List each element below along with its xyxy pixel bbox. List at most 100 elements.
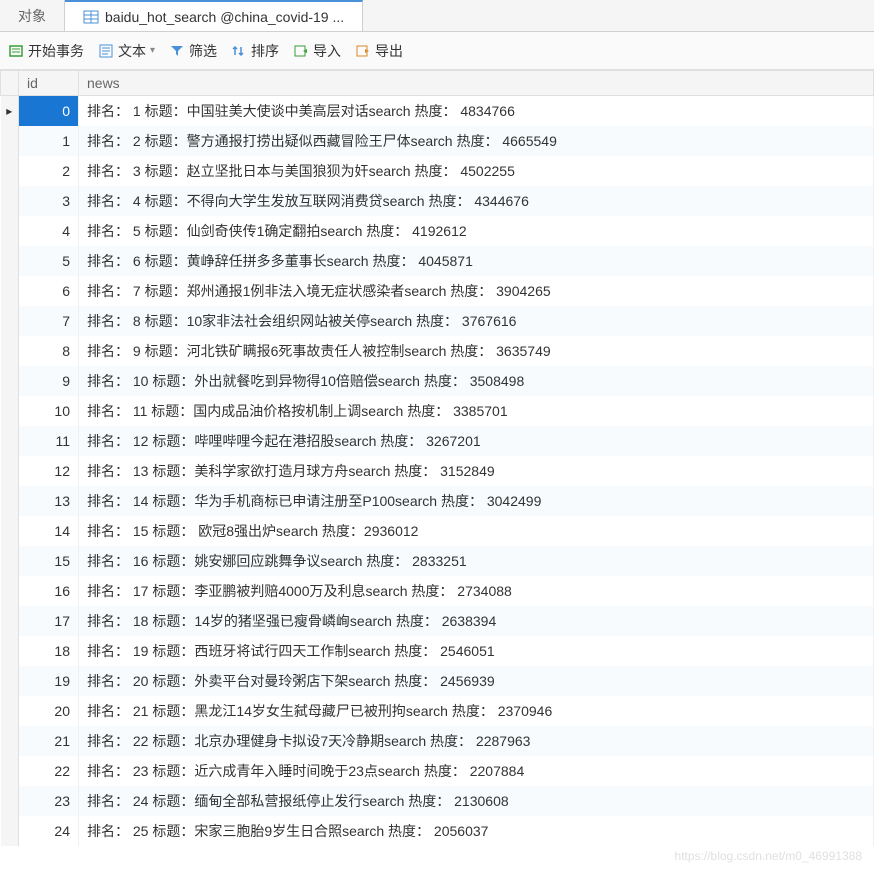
cell-news[interactable]: 排名： 18 标题：14岁的猪坚强已瘦骨嶙峋search 热度： 2638394 xyxy=(79,606,874,636)
text-button[interactable]: 文本 ▾ xyxy=(98,41,155,61)
table-row[interactable]: 10排名： 11 标题：国内成品油价格按机制上调search 热度： 33857… xyxy=(1,396,874,426)
row-indicator xyxy=(1,786,19,816)
table-row[interactable]: 22排名： 23 标题：近六成青年入睡时间晚于23点search 热度： 220… xyxy=(1,756,874,786)
cell-id[interactable]: 20 xyxy=(19,696,79,726)
import-button[interactable]: 导入 xyxy=(293,41,341,61)
cell-id[interactable]: 8 xyxy=(19,336,79,366)
cell-news[interactable]: 排名： 7 标题：郑州通报1例非法入境无症状感染者search 热度： 3904… xyxy=(79,276,874,306)
cell-id[interactable]: 6 xyxy=(19,276,79,306)
filter-icon xyxy=(169,43,185,59)
export-button[interactable]: 导出 xyxy=(355,41,403,61)
table-row[interactable]: 8排名： 9 标题：河北铁矿瞒报6死事故责任人被控制search 热度： 363… xyxy=(1,336,874,366)
cell-news[interactable]: 排名： 25 标题：宋家三胞胎9岁生日合照search 热度： 2056037 xyxy=(79,816,874,846)
cell-news[interactable]: 排名： 2 标题：警方通报打捞出疑似西藏冒险王尸体search 热度： 4665… xyxy=(79,126,874,156)
tab-objects[interactable]: 对象 xyxy=(0,0,65,31)
cell-id[interactable]: 24 xyxy=(19,816,79,846)
cell-news[interactable]: 排名： 19 标题：西班牙将试行四天工作制search 热度： 2546051 xyxy=(79,636,874,666)
row-indicator xyxy=(1,696,19,726)
table-row[interactable]: 7排名： 8 标题：10家非法社会组织网站被关停search 热度： 37676… xyxy=(1,306,874,336)
data-grid: id news ▸0排名： 1 标题：中国驻美大使谈中美高层对话search 热… xyxy=(0,70,874,846)
row-indicator xyxy=(1,456,19,486)
table-row[interactable]: 16排名： 17 标题：李亚鹏被判赔4000万及利息search 热度： 273… xyxy=(1,576,874,606)
cell-news[interactable]: 排名： 24 标题：缅甸全部私营报纸停止发行search 热度： 2130608 xyxy=(79,786,874,816)
table-row[interactable]: 15排名： 16 标题：姚安娜回应跳舞争议search 热度： 2833251 xyxy=(1,546,874,576)
cell-id[interactable]: 16 xyxy=(19,576,79,606)
cell-id[interactable]: 15 xyxy=(19,546,79,576)
table-row[interactable]: 21排名： 22 标题：北京办理健身卡拟设7天冷静期search 热度： 228… xyxy=(1,726,874,756)
table-row[interactable]: 2排名： 3 标题：赵立坚批日本与美国狼狈为奸search 热度： 450225… xyxy=(1,156,874,186)
table-row[interactable]: 13排名： 14 标题：华为手机商标已申请注册至P100search 热度： 3… xyxy=(1,486,874,516)
begin-transaction-button[interactable]: 开始事务 xyxy=(8,41,84,61)
cell-news[interactable]: 排名： 11 标题：国内成品油价格按机制上调search 热度： 3385701 xyxy=(79,396,874,426)
cell-news[interactable]: 排名： 21 标题：黑龙江14岁女生弑母藏尸已被刑拘search 热度： 237… xyxy=(79,696,874,726)
watermark: https://blog.csdn.net/m0_46991388 xyxy=(675,849,862,863)
sort-label: 排序 xyxy=(251,41,279,61)
cell-id[interactable]: 21 xyxy=(19,726,79,756)
transaction-icon xyxy=(8,43,24,59)
cell-news[interactable]: 排名： 14 标题：华为手机商标已申请注册至P100search 热度： 304… xyxy=(79,486,874,516)
table-row[interactable]: 14排名： 15 标题： 欧冠8强出炉search 热度：2936012 xyxy=(1,516,874,546)
cell-id[interactable]: 14 xyxy=(19,516,79,546)
table-row[interactable]: 6排名： 7 标题：郑州通报1例非法入境无症状感染者search 热度： 390… xyxy=(1,276,874,306)
cell-news[interactable]: 排名： 1 标题：中国驻美大使谈中美高层对话search 热度： 4834766 xyxy=(79,96,874,127)
table-row[interactable]: 3排名： 4 标题：不得向大学生发放互联网消费贷search 热度： 43446… xyxy=(1,186,874,216)
cell-id[interactable]: 7 xyxy=(19,306,79,336)
cell-id[interactable]: 4 xyxy=(19,216,79,246)
sort-button[interactable]: 排序 xyxy=(231,41,279,61)
cell-id[interactable]: 18 xyxy=(19,636,79,666)
cell-news[interactable]: 排名： 9 标题：河北铁矿瞒报6死事故责任人被控制search 热度： 3635… xyxy=(79,336,874,366)
cell-id[interactable]: 3 xyxy=(19,186,79,216)
cell-news[interactable]: 排名： 22 标题：北京办理健身卡拟设7天冷静期search 热度： 22879… xyxy=(79,726,874,756)
cell-news[interactable]: 排名： 5 标题：仙剑奇侠传1确定翻拍search 热度： 4192612 xyxy=(79,216,874,246)
table-row[interactable]: 17排名： 18 标题：14岁的猪坚强已瘦骨嶙峋search 热度： 26383… xyxy=(1,606,874,636)
cell-id[interactable]: 11 xyxy=(19,426,79,456)
table-row[interactable]: 5排名： 6 标题：黄峥辞任拼多多董事长search 热度： 4045871 xyxy=(1,246,874,276)
cell-news[interactable]: 排名： 20 标题：外卖平台对曼玲粥店下架search 热度： 2456939 xyxy=(79,666,874,696)
column-header-news[interactable]: news xyxy=(79,71,874,96)
table-row[interactable]: 1排名： 2 标题：警方通报打捞出疑似西藏冒险王尸体search 热度： 466… xyxy=(1,126,874,156)
row-indicator xyxy=(1,516,19,546)
cell-news[interactable]: 排名： 12 标题：哔哩哔哩今起在港招股search 热度： 3267201 xyxy=(79,426,874,456)
cell-id[interactable]: 17 xyxy=(19,606,79,636)
table-row[interactable]: 11排名： 12 标题：哔哩哔哩今起在港招股search 热度： 3267201 xyxy=(1,426,874,456)
cell-id[interactable]: 2 xyxy=(19,156,79,186)
table-row[interactable]: ▸0排名： 1 标题：中国驻美大使谈中美高层对话search 热度： 48347… xyxy=(1,96,874,127)
cell-id[interactable]: 0 xyxy=(19,96,79,127)
cell-id[interactable]: 5 xyxy=(19,246,79,276)
table-row[interactable]: 23排名： 24 标题：缅甸全部私营报纸停止发行search 热度： 21306… xyxy=(1,786,874,816)
cell-id[interactable]: 19 xyxy=(19,666,79,696)
cell-id[interactable]: 22 xyxy=(19,756,79,786)
table-row[interactable]: 18排名： 19 标题：西班牙将试行四天工作制search 热度： 254605… xyxy=(1,636,874,666)
tab-active[interactable]: baidu_hot_search @china_covid-19 ... xyxy=(65,0,363,31)
cell-news[interactable]: 排名： 17 标题：李亚鹏被判赔4000万及利息search 热度： 27340… xyxy=(79,576,874,606)
cell-news[interactable]: 排名： 23 标题：近六成青年入睡时间晚于23点search 热度： 22078… xyxy=(79,756,874,786)
table-row[interactable]: 12排名： 13 标题：美科学家欲打造月球方舟search 热度： 315284… xyxy=(1,456,874,486)
cell-news[interactable]: 排名： 10 标题：外出就餐吃到异物得10倍赔偿search 热度： 35084… xyxy=(79,366,874,396)
cell-id[interactable]: 12 xyxy=(19,456,79,486)
cell-id[interactable]: 10 xyxy=(19,396,79,426)
cell-news[interactable]: 排名： 15 标题： 欧冠8强出炉search 热度：2936012 xyxy=(79,516,874,546)
cell-news[interactable]: 排名： 3 标题：赵立坚批日本与美国狼狈为奸search 热度： 4502255 xyxy=(79,156,874,186)
cell-id[interactable]: 23 xyxy=(19,786,79,816)
table-row[interactable]: 24排名： 25 标题：宋家三胞胎9岁生日合照search 热度： 205603… xyxy=(1,816,874,846)
filter-button[interactable]: 筛选 xyxy=(169,41,217,61)
table-row[interactable]: 9排名： 10 标题：外出就餐吃到异物得10倍赔偿search 热度： 3508… xyxy=(1,366,874,396)
table-row[interactable]: 4排名： 5 标题：仙剑奇侠传1确定翻拍search 热度： 4192612 xyxy=(1,216,874,246)
cell-news[interactable]: 排名： 16 标题：姚安娜回应跳舞争议search 热度： 2833251 xyxy=(79,546,874,576)
table-row[interactable]: 19排名： 20 标题：外卖平台对曼玲粥店下架search 热度： 245693… xyxy=(1,666,874,696)
row-indicator xyxy=(1,546,19,576)
export-label: 导出 xyxy=(375,41,403,61)
cell-news[interactable]: 排名： 6 标题：黄峥辞任拼多多董事长search 热度： 4045871 xyxy=(79,246,874,276)
table-row[interactable]: 20排名： 21 标题：黑龙江14岁女生弑母藏尸已被刑拘search 热度： 2… xyxy=(1,696,874,726)
cell-news[interactable]: 排名： 4 标题：不得向大学生发放互联网消费贷search 热度： 434467… xyxy=(79,186,874,216)
row-indicator xyxy=(1,156,19,186)
cell-news[interactable]: 排名： 13 标题：美科学家欲打造月球方舟search 热度： 3152849 xyxy=(79,456,874,486)
cell-news[interactable]: 排名： 8 标题：10家非法社会组织网站被关停search 热度： 376761… xyxy=(79,306,874,336)
cell-id[interactable]: 1 xyxy=(19,126,79,156)
import-label: 导入 xyxy=(313,41,341,61)
toolbar: 开始事务 文本 ▾ 筛选 排序 导入 导出 xyxy=(0,32,874,70)
cell-id[interactable]: 13 xyxy=(19,486,79,516)
cell-id[interactable]: 9 xyxy=(19,366,79,396)
text-icon xyxy=(98,43,114,59)
column-header-id[interactable]: id xyxy=(19,71,79,96)
